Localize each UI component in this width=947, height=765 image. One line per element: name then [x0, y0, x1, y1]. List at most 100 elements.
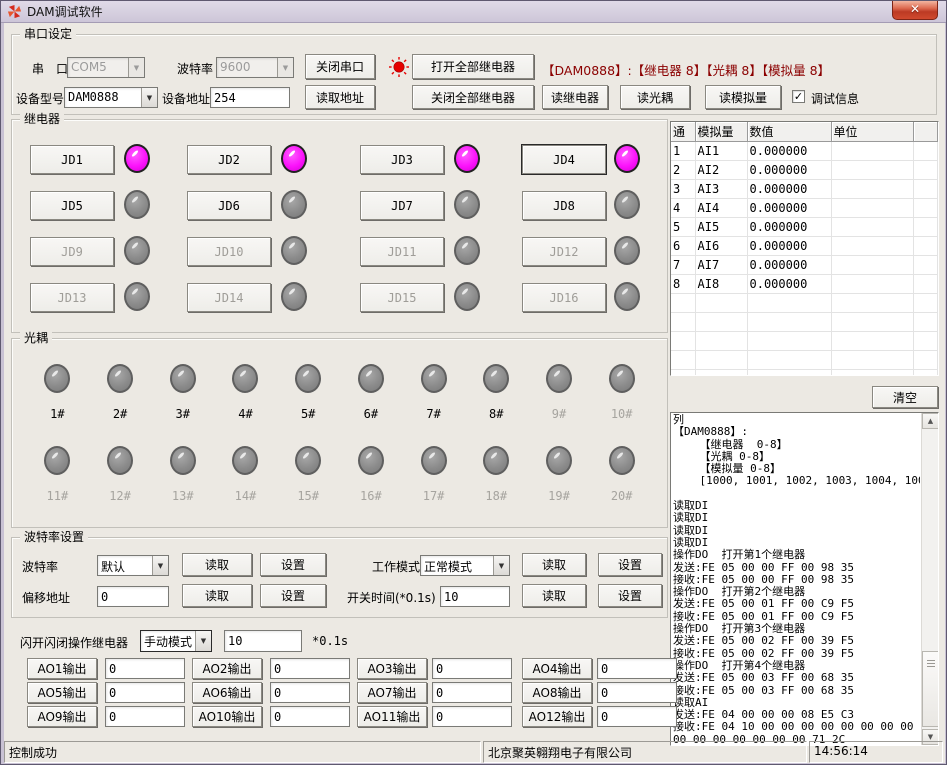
table-row[interactable]: 8AI80.000000 — [671, 275, 938, 294]
scroll-thumb[interactable] — [922, 651, 939, 727]
relay-button-JD2[interactable]: JD2 — [187, 145, 271, 174]
read-analog-button[interactable]: 读模拟量 — [705, 85, 781, 109]
chevron-down-icon: ▼ — [195, 631, 211, 651]
table-row[interactable]: 5AI50.000000 — [671, 218, 938, 237]
relay-led-JD1 — [124, 144, 150, 173]
relay-button-JD5[interactable]: JD5 — [30, 191, 114, 220]
ao-output-input-2[interactable] — [270, 658, 350, 679]
ao-output-input-6[interactable] — [270, 682, 350, 703]
baud-read-button[interactable]: 读取 — [182, 553, 252, 576]
table-cell: 1 — [671, 142, 695, 161]
baud-rate-select[interactable]: 9600 ▼ — [216, 57, 294, 78]
work-mode-read-button[interactable]: 读取 — [522, 553, 586, 576]
ao-output-input-10[interactable] — [270, 706, 350, 727]
table-row[interactable]: 1AI10.000000 — [671, 142, 938, 161]
relay-button-JD4[interactable]: JD4 — [522, 145, 606, 174]
table-row[interactable]: 7AI70.000000 — [671, 256, 938, 275]
offset-address-input[interactable] — [97, 586, 169, 607]
relay-button-JD16[interactable]: JD16 — [522, 283, 606, 312]
ao-output-input-8[interactable] — [597, 682, 677, 703]
work-mode-select[interactable]: 正常模式 ▼ — [420, 555, 510, 576]
relay-button-JD9[interactable]: JD9 — [30, 237, 114, 266]
ao-output-input-9[interactable] — [105, 706, 185, 727]
ao-output-input-5[interactable] — [105, 682, 185, 703]
ao-output-button-4[interactable]: AO4输出 — [522, 658, 592, 679]
close-all-relays-button[interactable]: 关闭全部继电器 — [412, 85, 534, 109]
analog-table-body: 1AI10.0000002AI20.0000003AI30.0000004AI4… — [671, 142, 938, 377]
relay-button-JD6[interactable]: JD6 — [187, 191, 271, 220]
table-header-cell[interactable]: 通 — [671, 122, 695, 142]
offset-set-button[interactable]: 设置 — [260, 584, 326, 607]
table-header-cell[interactable]: 数值 — [747, 122, 831, 142]
work-mode-set-button[interactable]: 设置 — [598, 553, 662, 576]
offset-read-button[interactable]: 读取 — [182, 584, 252, 607]
table-row[interactable]: 6AI60.000000 — [671, 237, 938, 256]
close-button[interactable]: ✕ — [892, 1, 938, 20]
opto-cell-11#: 11# — [26, 446, 89, 503]
relay-button-JD1[interactable]: JD1 — [30, 145, 114, 174]
relay-button-JD13[interactable]: JD13 — [30, 283, 114, 312]
baud-set-select[interactable]: 默认 ▼ — [97, 555, 169, 576]
table-header-cell[interactable]: 模拟量 — [695, 122, 747, 142]
ao-output-input-7[interactable] — [432, 682, 512, 703]
relay-button-JD10[interactable]: JD10 — [187, 237, 271, 266]
table-empty-row[interactable] — [671, 313, 938, 332]
relay-button-JD12[interactable]: JD12 — [522, 237, 606, 266]
read-address-button[interactable]: 读取地址 — [305, 85, 375, 109]
ao-output-button-12[interactable]: AO12输出 — [522, 706, 592, 727]
device-model-select[interactable]: DAM0888 ▼ — [64, 87, 158, 108]
ao-output-button-1[interactable]: AO1输出 — [27, 658, 97, 679]
opto-led-19# — [546, 446, 572, 475]
relay-led-JD4 — [614, 144, 640, 173]
ao-output-input-12[interactable] — [597, 706, 677, 727]
table-cell — [831, 161, 913, 180]
ao-output-button-11[interactable]: AO11输出 — [357, 706, 427, 727]
table-row[interactable]: 4AI40.000000 — [671, 199, 938, 218]
status-bar: 控制成功 北京聚英翱翔电子有限公司 14:56:14 — [4, 741, 945, 763]
ao-output-button-8[interactable]: AO8输出 — [522, 682, 592, 703]
baud-set-button[interactable]: 设置 — [260, 553, 326, 576]
ao-output-button-7[interactable]: AO7输出 — [357, 682, 427, 703]
relay-button-JD3[interactable]: JD3 — [360, 145, 444, 174]
ao-output-button-5[interactable]: AO5输出 — [27, 682, 97, 703]
relay-button-JD11[interactable]: JD11 — [360, 237, 444, 266]
relay-button-JD8[interactable]: JD8 — [522, 191, 606, 220]
table-empty-row[interactable] — [671, 332, 938, 351]
chevron-down-icon: ▼ — [152, 556, 168, 575]
open-all-relays-button[interactable]: 打开全部继电器 — [412, 54, 534, 79]
switch-time-input[interactable] — [440, 586, 510, 607]
table-empty-row[interactable] — [671, 294, 938, 313]
scroll-up-icon[interactable]: ▲ — [922, 413, 939, 429]
relay-button-JD14[interactable]: JD14 — [187, 283, 271, 312]
clear-log-button[interactable]: 清空 — [872, 386, 938, 408]
device-address-input[interactable] — [210, 87, 290, 108]
read-relay-button[interactable]: 读继电器 — [542, 85, 608, 109]
table-header-cell[interactable] — [913, 122, 938, 142]
table-empty-row[interactable] — [671, 351, 938, 370]
switch-time-read-button[interactable]: 读取 — [522, 584, 586, 607]
table-row[interactable]: 2AI20.000000 — [671, 161, 938, 180]
switch-time-set-button[interactable]: 设置 — [598, 584, 662, 607]
table-row[interactable]: 3AI30.000000 — [671, 180, 938, 199]
ao-output-input-11[interactable] — [432, 706, 512, 727]
ao-output-button-2[interactable]: AO2输出 — [192, 658, 262, 679]
com-port-select[interactable]: COM5 ▼ — [67, 57, 145, 78]
table-cell: 7 — [671, 256, 695, 275]
ao-output-input-4[interactable] — [597, 658, 677, 679]
flash-mode-select[interactable]: 手动模式 ▼ — [140, 630, 212, 652]
table-header-cell[interactable]: 单位 — [831, 122, 913, 142]
ao-output-button-6[interactable]: AO6输出 — [192, 682, 262, 703]
ao-output-button-9[interactable]: AO9输出 — [27, 706, 97, 727]
ao-output-button-10[interactable]: AO10输出 — [192, 706, 262, 727]
ao-output-input-3[interactable] — [432, 658, 512, 679]
read-opto-button[interactable]: 读光耦 — [620, 85, 690, 109]
close-serial-button[interactable]: 关闭串口 — [305, 54, 375, 79]
table-empty-row[interactable] — [671, 370, 938, 377]
ao-output-button-3[interactable]: AO3输出 — [357, 658, 427, 679]
log-scrollbar[interactable]: ▲ ▼ — [921, 413, 938, 745]
flash-time-input[interactable] — [224, 630, 302, 652]
relay-button-JD15[interactable]: JD15 — [360, 283, 444, 312]
ao-output-input-1[interactable] — [105, 658, 185, 679]
debug-info-checkbox[interactable]: ✓ — [792, 90, 805, 103]
relay-button-JD7[interactable]: JD7 — [360, 191, 444, 220]
